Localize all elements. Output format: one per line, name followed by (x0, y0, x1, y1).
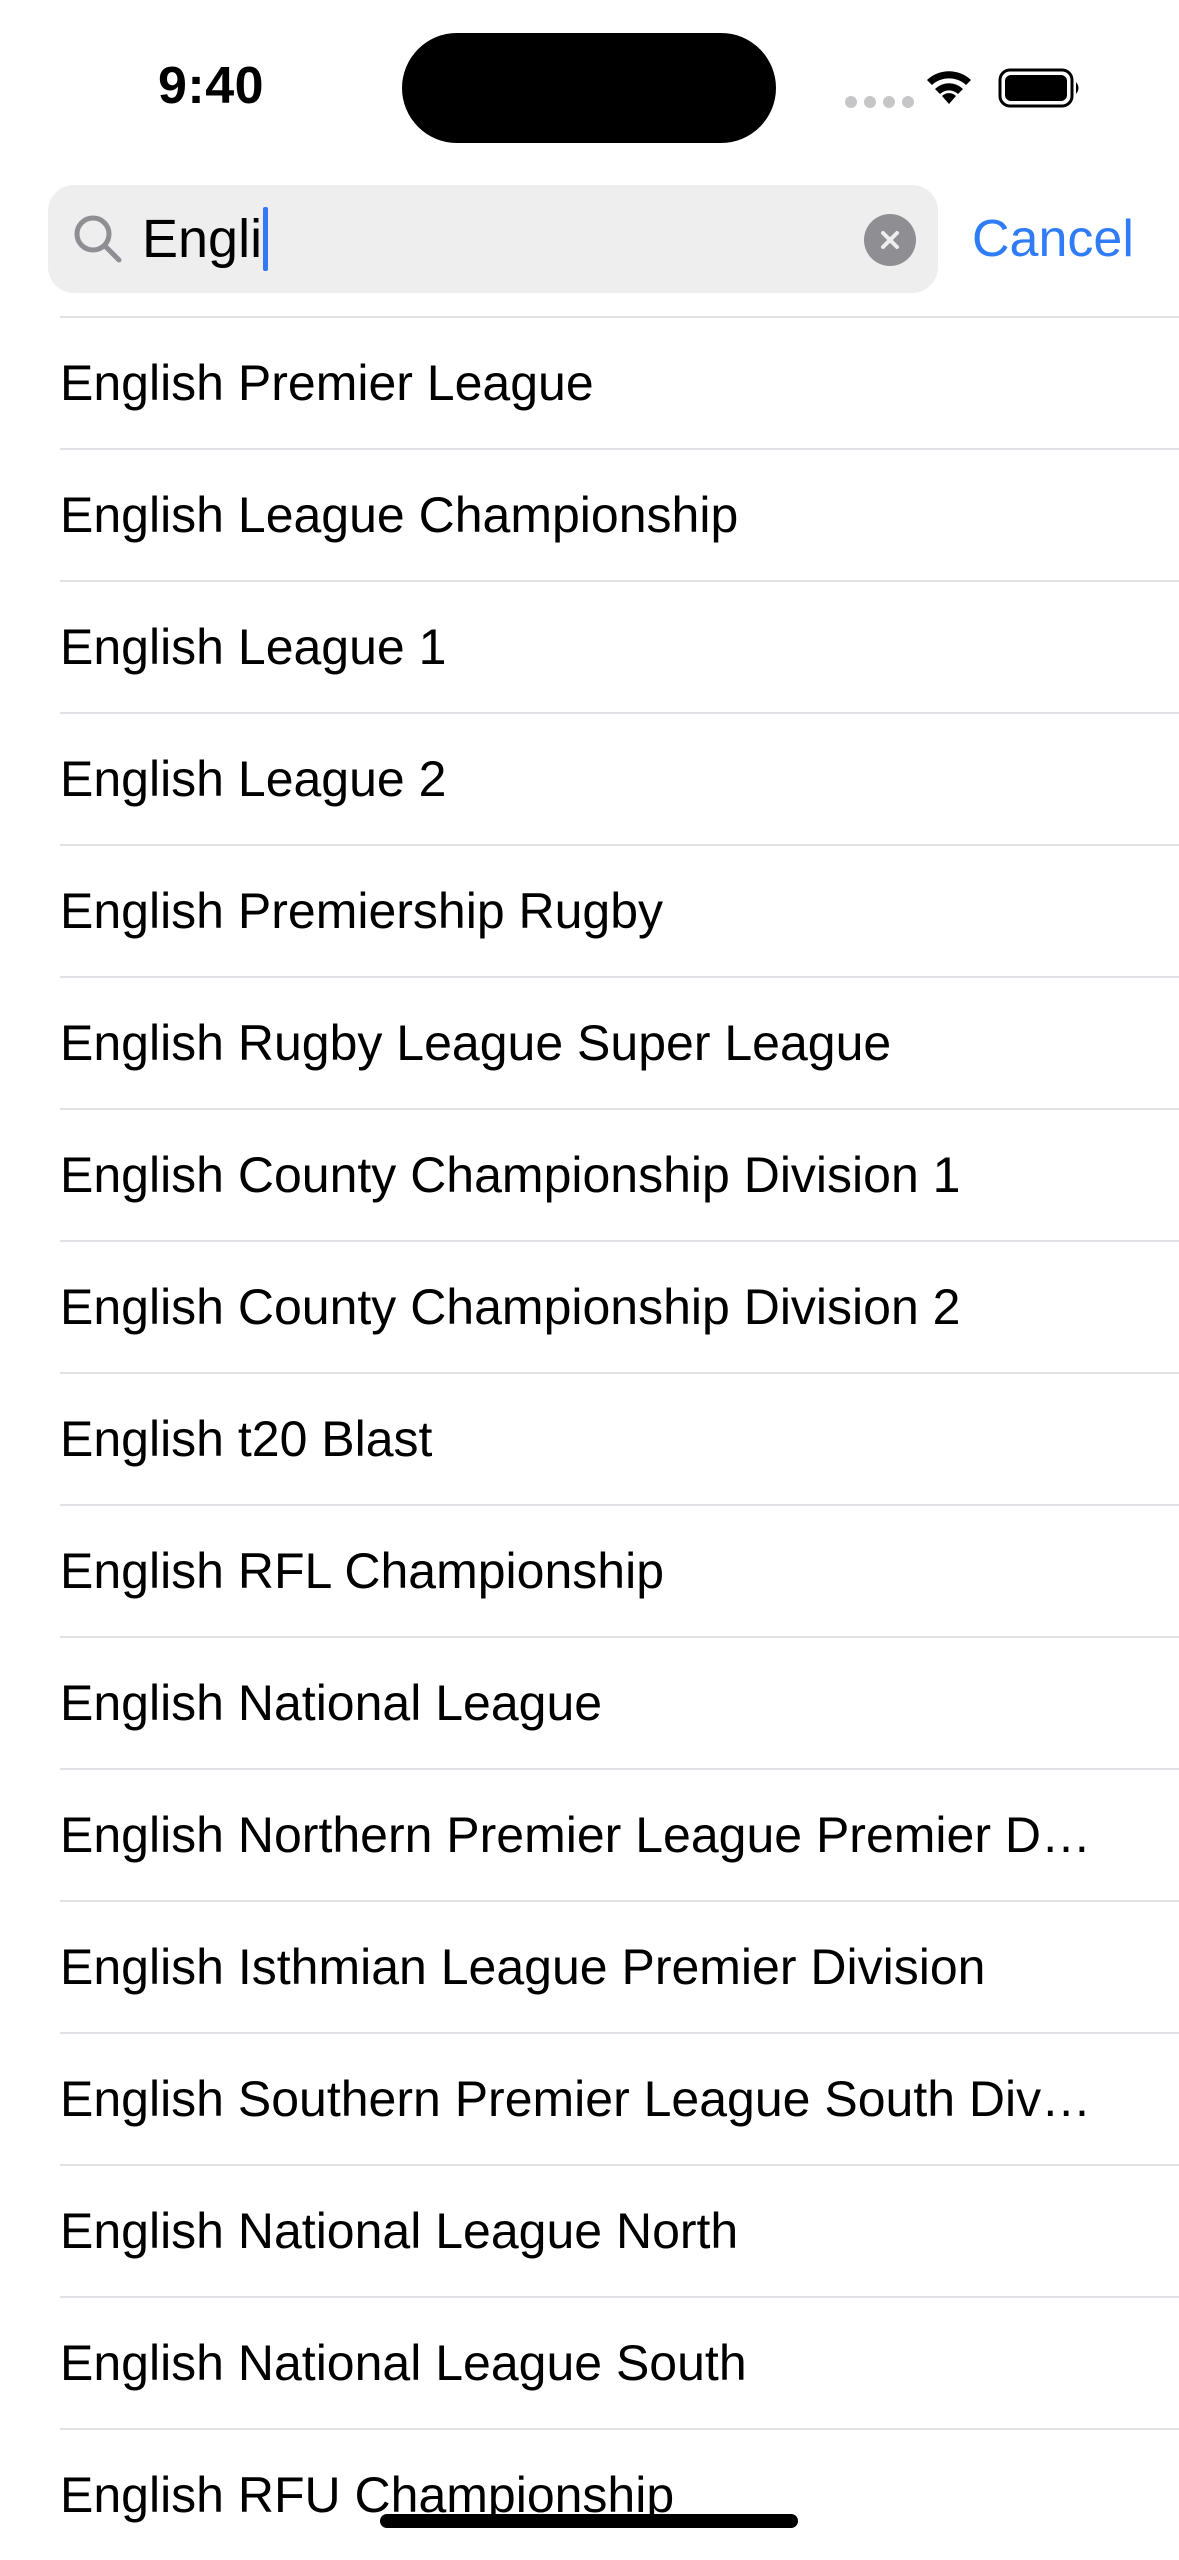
search-input[interactable]: Engli (48, 185, 938, 293)
list-item[interactable]: English County Championship Division 1 (60, 1108, 1179, 1240)
list-item-label: English League 2 (60, 751, 447, 807)
list-item[interactable]: English Premier League (60, 316, 1179, 448)
list-item[interactable]: English Isthmian League Premier Division (60, 1900, 1179, 2032)
list-item-label: English National League South (60, 2335, 747, 2391)
list-item-label: English Premiership Rugby (60, 883, 664, 939)
search-query-text: Engli (142, 209, 263, 269)
list-item[interactable]: English County Championship Division 2 (60, 1240, 1179, 1372)
list-item-label: English League Championship (60, 487, 739, 543)
list-item-label: English Southern Premier League South Di… (60, 2071, 1100, 2127)
list-item[interactable]: English Rugby League Super League (60, 976, 1179, 1108)
list-item[interactable]: English Northern Premier League Premier … (60, 1768, 1179, 1900)
list-item[interactable]: English National League South (60, 2296, 1179, 2428)
list-item[interactable]: English League Championship (60, 448, 1179, 580)
list-item-label: English t20 Blast (60, 1411, 433, 1467)
list-item-label: English Northern Premier League Premier … (60, 1807, 1100, 1863)
list-item-label: English National League (60, 1675, 603, 1731)
list-item[interactable]: English Southern Premier League South Di… (60, 2032, 1179, 2164)
list-item-label: English County Championship Division 1 (60, 1147, 961, 1203)
text-caret (263, 207, 269, 271)
list-item[interactable]: English National League North (60, 2164, 1179, 2296)
list-item-label: English County Championship Division 2 (60, 1279, 961, 1335)
battery-icon (998, 68, 1079, 108)
wifi-icon (927, 71, 971, 104)
list-item[interactable]: English RFU Championship (60, 2428, 1179, 2560)
list-item[interactable]: English t20 Blast (60, 1372, 1179, 1504)
list-item-label: English Rugby League Super League (60, 1015, 892, 1071)
search-query[interactable]: Engli (142, 207, 269, 271)
list-item[interactable]: English League 1 (60, 580, 1179, 712)
clear-search-button[interactable] (864, 214, 916, 266)
search-icon (74, 215, 122, 263)
list-item[interactable]: English Premiership Rugby (60, 844, 1179, 976)
list-item-label: English National League North (60, 2203, 739, 2259)
list-item-label: English Isthmian League Premier Division (60, 1939, 986, 1995)
home-indicator[interactable] (380, 2514, 798, 2528)
cancel-button[interactable]: Cancel (972, 207, 1134, 271)
status-time: 9:40 (158, 57, 265, 115)
search-bar: Engli Cancel (0, 185, 1179, 293)
search-results-list: English Premier League English League Ch… (0, 316, 1179, 2560)
list-item-label: English Premier League (60, 355, 594, 411)
list-item-label: English League 1 (60, 619, 447, 675)
list-item[interactable]: English RFL Championship (60, 1504, 1179, 1636)
cellular-signal-icon (845, 96, 914, 108)
list-item-label: English RFL Championship (60, 1543, 665, 1599)
list-item[interactable]: English League 2 (60, 712, 1179, 844)
dynamic-island (402, 33, 776, 143)
clear-icon (881, 231, 899, 249)
list-item[interactable]: English National League (60, 1636, 1179, 1768)
status-bar: 9:40 (0, 0, 1179, 176)
